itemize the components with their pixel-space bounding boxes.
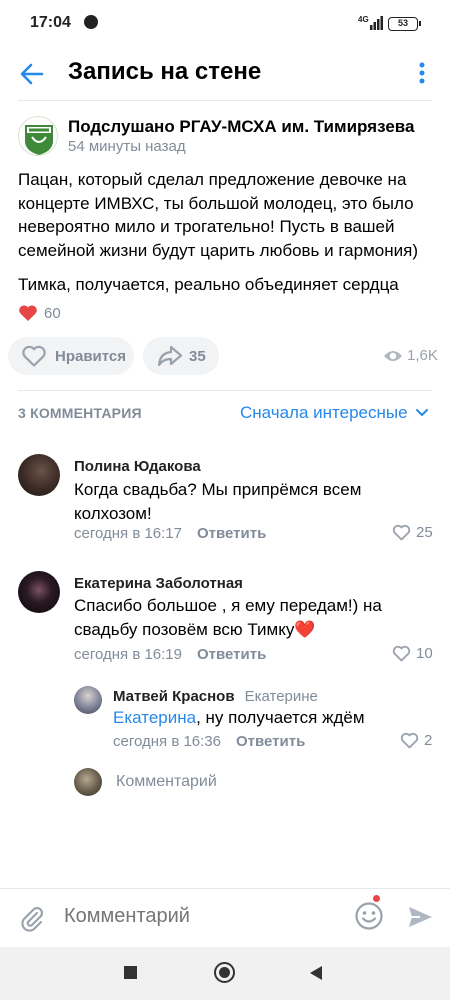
reply-text-body: , ну получается ждём bbox=[196, 708, 365, 727]
heart-outline-icon bbox=[400, 732, 419, 749]
reply-like-button[interactable]: 2 bbox=[400, 732, 432, 749]
comment-time: сегодня в 16:19 bbox=[74, 646, 182, 663]
more-button[interactable] bbox=[410, 58, 434, 90]
comment-like-count: 25 bbox=[416, 524, 433, 541]
attach-button[interactable] bbox=[18, 904, 46, 937]
community-logo-icon bbox=[25, 125, 53, 155]
signal-icon bbox=[370, 16, 383, 30]
reply-text: Екатерина, ну получается ждём bbox=[113, 706, 413, 730]
divider bbox=[18, 390, 432, 391]
reply-like-count: 2 bbox=[424, 732, 433, 749]
post-text: Пацан, который сделал предложение девочк… bbox=[18, 170, 418, 260]
app-notification-icon bbox=[84, 15, 98, 29]
send-button[interactable] bbox=[406, 903, 434, 936]
share-count: 35 bbox=[189, 347, 206, 365]
emoji-button[interactable] bbox=[354, 901, 384, 936]
share-button[interactable]: 35 bbox=[143, 337, 219, 375]
post-author[interactable]: Подслушано РГАУ-МСХА им. Тимирязева bbox=[68, 117, 414, 137]
comment-text: Спасибо большое , я ему передам!) на сва… bbox=[74, 594, 394, 642]
comment-like-button[interactable]: 10 bbox=[392, 645, 433, 662]
send-icon bbox=[409, 907, 432, 927]
reactions-summary[interactable]: 60 bbox=[18, 302, 61, 324]
heart-outline-icon bbox=[22, 345, 46, 367]
status-time: 17:04 bbox=[30, 14, 71, 31]
sort-label: Сначала интересные bbox=[240, 403, 408, 422]
community-avatar[interactable] bbox=[18, 116, 58, 156]
comment-time: сегодня в 16:17 bbox=[74, 525, 182, 542]
reactions-count: 60 bbox=[44, 304, 61, 322]
comment-like-button[interactable]: 25 bbox=[392, 524, 433, 541]
comments-count: 3 КОММЕНТАРИЯ bbox=[18, 405, 142, 421]
recent-apps-button[interactable] bbox=[124, 966, 137, 979]
heart-icon bbox=[19, 305, 37, 321]
system-back-button[interactable] bbox=[310, 966, 322, 980]
share-icon bbox=[157, 345, 183, 367]
network-type: 4G bbox=[358, 15, 369, 24]
battery-icon: 53 bbox=[388, 17, 421, 31]
comment-text: Когда свадьба? Мы припрёмся всем колхозо… bbox=[74, 480, 362, 523]
comment-text-body: Спасибо большое , я ему передам!) на сва… bbox=[74, 596, 382, 639]
reply-button[interactable]: Ответить bbox=[236, 733, 305, 750]
post-text-second-paragraph: Тимка, получается, реально объединяет се… bbox=[18, 275, 399, 294]
add-comment-button[interactable]: Комментарий bbox=[74, 768, 217, 796]
comments-sort-dropdown[interactable]: Сначала интересные bbox=[240, 403, 429, 423]
reply-time: сегодня в 16:36 bbox=[113, 733, 221, 750]
comment-author[interactable]: Полина Юдакова bbox=[74, 458, 201, 475]
more-vertical-icon bbox=[419, 62, 425, 84]
comment-like-count: 10 bbox=[416, 645, 433, 662]
add-comment-label: Комментарий bbox=[116, 773, 217, 790]
avatar bbox=[74, 768, 102, 796]
reply-author-name[interactable]: Матвей Краснов bbox=[113, 688, 235, 705]
chevron-down-icon bbox=[415, 409, 428, 416]
system-navigation-bar bbox=[0, 947, 450, 1000]
reply-author: Матвей Краснов Екатерине bbox=[113, 688, 318, 705]
emoji-icon bbox=[355, 902, 383, 930]
status-bar: 17:04 4G 53 bbox=[0, 0, 450, 48]
heart-emoji: ❤️ bbox=[294, 620, 316, 639]
comment-author[interactable]: Екатерина Заболотная bbox=[74, 575, 243, 592]
top-bar: Запись на стене bbox=[0, 48, 450, 104]
mention-link[interactable]: Екатерина bbox=[113, 708, 196, 727]
reply-button[interactable]: Ответить bbox=[197, 525, 266, 542]
comment-composer bbox=[0, 889, 450, 947]
like-button[interactable]: Нравится bbox=[8, 337, 134, 375]
attach-icon bbox=[21, 906, 44, 932]
divider bbox=[18, 100, 432, 101]
comment-input[interactable] bbox=[64, 905, 324, 928]
reply-to: Екатерине bbox=[244, 688, 318, 705]
avatar[interactable] bbox=[18, 454, 60, 496]
notification-dot bbox=[373, 895, 380, 902]
back-button[interactable] bbox=[16, 58, 48, 90]
avatar[interactable] bbox=[18, 571, 60, 613]
eye-icon bbox=[384, 350, 402, 361]
back-arrow-icon bbox=[20, 63, 44, 85]
post-time: 54 минуты назад bbox=[68, 138, 186, 155]
reply-button[interactable]: Ответить bbox=[197, 646, 266, 663]
views-count: 1,6K bbox=[407, 347, 438, 364]
like-label: Нравится bbox=[55, 347, 127, 365]
page-title: Запись на стене bbox=[68, 58, 262, 85]
avatar[interactable] bbox=[74, 686, 102, 714]
views-counter: 1,6K bbox=[383, 347, 438, 364]
heart-outline-icon bbox=[392, 645, 411, 662]
home-button[interactable] bbox=[214, 962, 235, 983]
heart-outline-icon bbox=[392, 524, 411, 541]
